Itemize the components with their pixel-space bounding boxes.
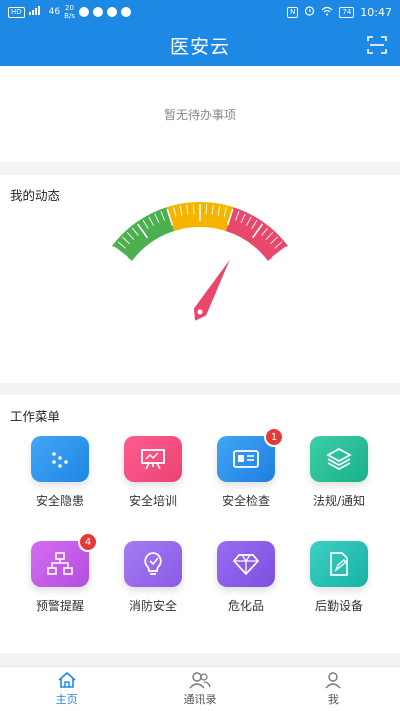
tab-home[interactable]: 主页 bbox=[0, 667, 133, 711]
edit-doc-icon bbox=[326, 550, 352, 578]
speed-value: 20 bbox=[65, 4, 74, 12]
home-icon bbox=[58, 671, 76, 688]
menu-item[interactable]: 后勤设备 bbox=[292, 541, 386, 614]
menu-item-label: 后勤设备 bbox=[314, 599, 363, 613]
gauge-tick bbox=[192, 204, 195, 215]
layers-icon bbox=[325, 446, 353, 472]
board-icon bbox=[139, 446, 167, 472]
id-card-icon bbox=[232, 448, 260, 470]
wifi-icon bbox=[321, 6, 333, 19]
menu-item-label: 危化品 bbox=[227, 599, 264, 613]
notification-badge: 1 bbox=[264, 427, 284, 447]
clock: 10:47 bbox=[360, 5, 392, 19]
menu-item-tile[interactable] bbox=[310, 541, 368, 587]
bulb-icon bbox=[140, 550, 166, 578]
menu-item-tile[interactable] bbox=[31, 436, 89, 482]
work-menu-title: 工作菜单 bbox=[10, 409, 61, 424]
status-left: HD 46 20 B/s bbox=[8, 4, 131, 20]
menu-item-label: 安全隐患 bbox=[35, 494, 84, 508]
dots-icon bbox=[47, 446, 73, 472]
menu-item-label: 消防安全 bbox=[128, 599, 177, 613]
menu-item-tile[interactable] bbox=[124, 436, 182, 482]
menu-item[interactable]: 1 安全检查 bbox=[199, 427, 293, 509]
menu-item[interactable]: 法规/通知 bbox=[292, 436, 386, 509]
dynamics-panel: 我的动态 bbox=[0, 175, 400, 383]
menu-item-tile[interactable]: 1 bbox=[217, 427, 284, 482]
status-right: N 74 10:47 bbox=[287, 5, 392, 19]
menu-item-tile[interactable] bbox=[217, 541, 275, 587]
menu-item-label: 预警提醒 bbox=[35, 599, 84, 613]
status-gauge bbox=[112, 202, 288, 321]
alarm-icon bbox=[304, 5, 315, 19]
menu-item-label: 安全检查 bbox=[221, 494, 270, 508]
menu-item[interactable]: 4 预警提醒 bbox=[13, 532, 107, 614]
menu-item[interactable]: 消防安全 bbox=[106, 541, 200, 614]
tab-home-label: 主页 bbox=[55, 693, 78, 706]
tab-contacts-label: 通讯录 bbox=[183, 693, 217, 706]
menu-item[interactable]: 安全培训 bbox=[106, 436, 200, 509]
todo-empty-text: 暂无待办事项 bbox=[163, 107, 236, 122]
nfc-icon: N bbox=[287, 6, 299, 18]
bottom-tab-bar: 主页 通讯录 我 bbox=[0, 666, 400, 711]
app-bar: 医安云 bbox=[0, 24, 400, 66]
network-speed: 20 B/s bbox=[64, 4, 75, 20]
menu-item-tile[interactable] bbox=[310, 436, 368, 482]
menu-item-tile[interactable] bbox=[124, 541, 182, 587]
wechat-icon bbox=[92, 7, 103, 17]
menu-item-label: 法规/通知 bbox=[312, 494, 366, 508]
notify-icon bbox=[120, 7, 131, 17]
status-bar: HD 46 20 B/s N 74 10:47 bbox=[0, 0, 400, 24]
notification-badge: 4 bbox=[78, 532, 98, 552]
work-menu-panel: 工作菜单 安全隐患 安全培训 1 安全检查 法规/通知 4 预警提醒 消防安全 危化品 后勤设备 bbox=[0, 395, 400, 653]
scan-icon bbox=[367, 36, 387, 54]
signal-label: 46 bbox=[48, 7, 61, 17]
speed-unit: B/s bbox=[64, 12, 75, 20]
tab-me-label: 我 bbox=[327, 693, 339, 706]
menu-item[interactable]: 安全隐患 bbox=[13, 436, 107, 509]
diamond-icon bbox=[232, 552, 260, 576]
app-notify-icon bbox=[106, 7, 117, 17]
app-title: 医安云 bbox=[169, 35, 230, 58]
gauge-tick bbox=[205, 204, 208, 215]
menu-item-tile[interactable]: 4 bbox=[31, 532, 98, 587]
signal-icon bbox=[28, 6, 45, 18]
flowchart-icon bbox=[46, 551, 74, 577]
contacts-icon bbox=[189, 672, 211, 689]
menu-item-label: 安全培训 bbox=[128, 494, 177, 508]
battery-indicator: 74 bbox=[339, 6, 355, 18]
tab-me[interactable]: 我 bbox=[267, 667, 400, 711]
menu-item[interactable]: 危化品 bbox=[199, 541, 293, 614]
hd-indicator: HD bbox=[8, 6, 25, 18]
gauge-hub bbox=[197, 309, 203, 315]
tab-contacts[interactable]: 通讯录 bbox=[133, 667, 266, 711]
message-icon bbox=[78, 7, 89, 17]
dynamics-title: 我的动态 bbox=[10, 188, 61, 203]
person-icon bbox=[325, 672, 341, 689]
todo-panel: 暂无待办事项 bbox=[0, 66, 400, 162]
scan-button[interactable] bbox=[366, 34, 388, 56]
